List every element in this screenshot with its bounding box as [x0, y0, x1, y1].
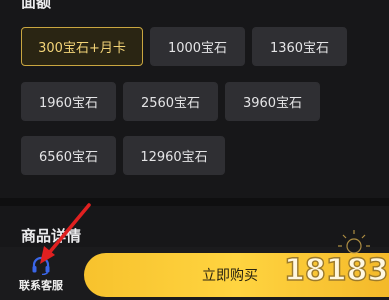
contact-service-button[interactable]: 联系客服: [13, 255, 69, 297]
amount-section-title: 面额: [21, 0, 52, 11]
option-3960-gems[interactable]: 3960宝石: [225, 82, 320, 121]
headset-icon: [32, 256, 50, 275]
option-1000-gems[interactable]: 1000宝石: [150, 27, 245, 66]
product-detail-title: 商品详情: [21, 227, 82, 245]
option-1360-gems[interactable]: 1360宝石: [252, 27, 347, 66]
option-2560-gems[interactable]: 2560宝石: [123, 82, 218, 121]
option-12960-gems[interactable]: 12960宝石: [123, 136, 225, 175]
18183-watermark-logo: 18183: [283, 230, 389, 289]
buy-now-label: 立即购买: [202, 268, 258, 284]
option-1960-gems[interactable]: 1960宝石: [21, 82, 116, 121]
option-300-gems-monthly-card[interactable]: 300宝石+月卡: [21, 27, 143, 66]
section-divider: [0, 198, 389, 206]
option-6560-gems[interactable]: 6560宝石: [21, 136, 116, 175]
contact-service-label: 联系客服: [19, 279, 63, 292]
watermark-text: 18183: [284, 253, 388, 288]
